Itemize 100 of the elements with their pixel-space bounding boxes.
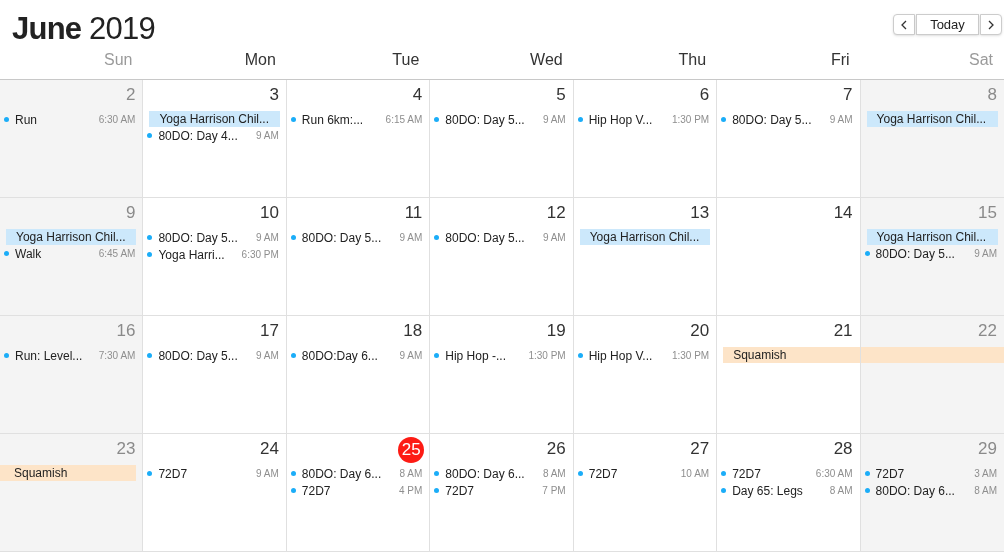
event-title[interactable]: 80DO: Day 5...	[158, 346, 253, 365]
event-title[interactable]: Hip Hop V...	[588, 110, 668, 129]
date-number: 12	[546, 203, 566, 224]
date-number: 13	[690, 203, 710, 224]
date-number: 19	[546, 321, 566, 342]
day-cell[interactable]: 9 Yoga Harrison Chil... Walk 6:45 AM	[0, 198, 144, 315]
date-number: 3	[269, 85, 279, 106]
day-cell[interactable]: 2 Run 6:30 AM	[0, 80, 144, 197]
event-title[interactable]: 72D7	[445, 481, 539, 500]
event-title[interactable]: Walk	[15, 244, 95, 263]
event-time: 9 AM	[829, 113, 853, 127]
event-time: 8 AM	[829, 484, 853, 498]
event-time: 4 PM	[398, 484, 423, 498]
event-time: 9 AM	[542, 231, 566, 245]
previous-button[interactable]	[893, 14, 915, 35]
today-button[interactable]: Today	[916, 14, 979, 35]
event-title[interactable]: 72D7	[301, 481, 395, 500]
event-title[interactable]: 72D7	[732, 464, 812, 483]
event-time: 8 AM	[542, 467, 566, 481]
event-time: 6:30 PM	[241, 248, 279, 262]
event-title[interactable]: Run: Level...	[15, 346, 95, 365]
all-day-event[interactable]: Squamish	[0, 465, 137, 481]
event-title[interactable]: Yoga Harri...	[158, 245, 238, 264]
all-day-event[interactable]: Yoga Harrison Chil...	[6, 229, 137, 245]
event-time: 9 AM	[256, 231, 279, 245]
event-time: 6:45 AM	[98, 247, 136, 261]
event-title[interactable]: Hip Hop -...	[445, 346, 525, 365]
date-number: 7	[843, 85, 853, 106]
event-time: 9 AM	[399, 349, 423, 363]
event-time: 9 AM	[256, 349, 279, 363]
chevron-left-icon	[901, 19, 907, 30]
event-title[interactable]: 72D7	[158, 464, 253, 483]
chevron-right-icon	[988, 19, 994, 30]
date-number: 8	[987, 85, 997, 106]
event-title[interactable]: 80DO: Day 6...	[445, 464, 539, 483]
date-number: 20	[690, 321, 710, 342]
weekday-label: Sat	[969, 52, 993, 68]
event-time: 3 AM	[974, 467, 997, 481]
event-title[interactable]: 80DO: Day 5...	[445, 228, 539, 247]
date-number: 16	[116, 321, 136, 342]
date-number: 28	[833, 439, 853, 460]
date-number: 26	[546, 439, 566, 460]
date-number: 29	[978, 439, 997, 460]
event-title[interactable]: 80DO: Day 6...	[301, 464, 396, 483]
date-number: 11	[404, 203, 423, 224]
today-date-badge: 25	[398, 437, 425, 463]
event-time: 9 AM	[974, 247, 997, 261]
event-time: 9 AM	[256, 467, 279, 481]
day-cell[interactable]: 8 Yoga Harrison Chil...	[860, 80, 1004, 197]
weekday-label: Fri	[830, 52, 850, 68]
event-time: 8 AM	[399, 467, 423, 481]
event-time: 1:30 PM	[671, 349, 710, 363]
date-number: 15	[978, 203, 997, 224]
event-title[interactable]: 80DO: Day 4...	[158, 126, 253, 145]
date-number: 22	[978, 321, 997, 342]
event-title[interactable]: 80DO: Day 5...	[158, 228, 253, 247]
all-day-event[interactable]: Yoga Harrison Chil...	[866, 111, 998, 127]
all-day-event[interactable]: Yoga Harrison Chil...	[149, 111, 280, 127]
event-title[interactable]: 72D7	[875, 464, 971, 483]
event-title[interactable]: 80DO: Day 5...	[732, 110, 826, 129]
event-title[interactable]: Hip Hop V...	[588, 346, 668, 365]
event-title[interactable]: 80DO: Day 5...	[875, 244, 971, 263]
event-title[interactable]: 80DO:Day 6...	[301, 346, 396, 365]
event-time: 9 AM	[256, 129, 279, 143]
date-number: 21	[833, 321, 853, 342]
event-time: 1:30 PM	[528, 349, 566, 363]
all-day-event[interactable]: Yoga Harrison Chil...	[866, 229, 998, 245]
date-number: 24	[259, 439, 279, 460]
event-title[interactable]: 72D7	[588, 464, 677, 483]
date-number: 2	[125, 85, 136, 106]
event-title[interactable]: Run 6km:...	[301, 110, 382, 129]
date-number: 6	[699, 85, 710, 106]
all-day-event[interactable]: Squamish	[723, 347, 860, 363]
day-cell[interactable]: 29 72D7 3 AM 80DO: Day 6... 8 AM	[860, 434, 1004, 551]
day-cell[interactable]: 15 Yoga Harrison Chil... 80DO: Day 5... 9 AM	[860, 198, 1004, 315]
event-title[interactable]: 80DO: Day 5...	[445, 110, 539, 129]
event-time: 1:30 PM	[671, 113, 710, 127]
date-number: 17	[259, 321, 279, 342]
event-time: 6:30 AM	[98, 113, 136, 127]
weekday-label: Thu	[678, 52, 707, 68]
all-day-event[interactable]: Yoga Harrison Chil...	[579, 229, 711, 245]
date-number: 14	[833, 203, 853, 224]
event-time: 7 PM	[542, 484, 566, 498]
event-time: 6:15 AM	[385, 113, 423, 127]
event-title[interactable]: Run	[15, 110, 95, 129]
day-cell[interactable]: 23 Squamish	[0, 434, 144, 551]
next-button[interactable]	[980, 14, 1002, 35]
weekday-label: Sun	[103, 52, 133, 68]
event-time: 10 AM	[680, 467, 710, 481]
weekday-label: Mon	[244, 52, 276, 68]
date-number: 9	[125, 203, 136, 224]
event-title[interactable]: Day 65: Legs	[732, 481, 826, 500]
event-title[interactable]: 80DO: Day 6...	[875, 481, 971, 500]
event-time: 7:30 AM	[98, 349, 136, 363]
year-label: 2019	[89, 11, 155, 46]
date-number: 23	[116, 439, 136, 460]
weekday-label: Wed	[530, 52, 563, 68]
day-cell[interactable]: 16 Run: Level... 7:30 AM	[0, 316, 144, 433]
date-number: 18	[403, 321, 423, 342]
event-title[interactable]: 80DO: Day 5...	[301, 228, 396, 247]
